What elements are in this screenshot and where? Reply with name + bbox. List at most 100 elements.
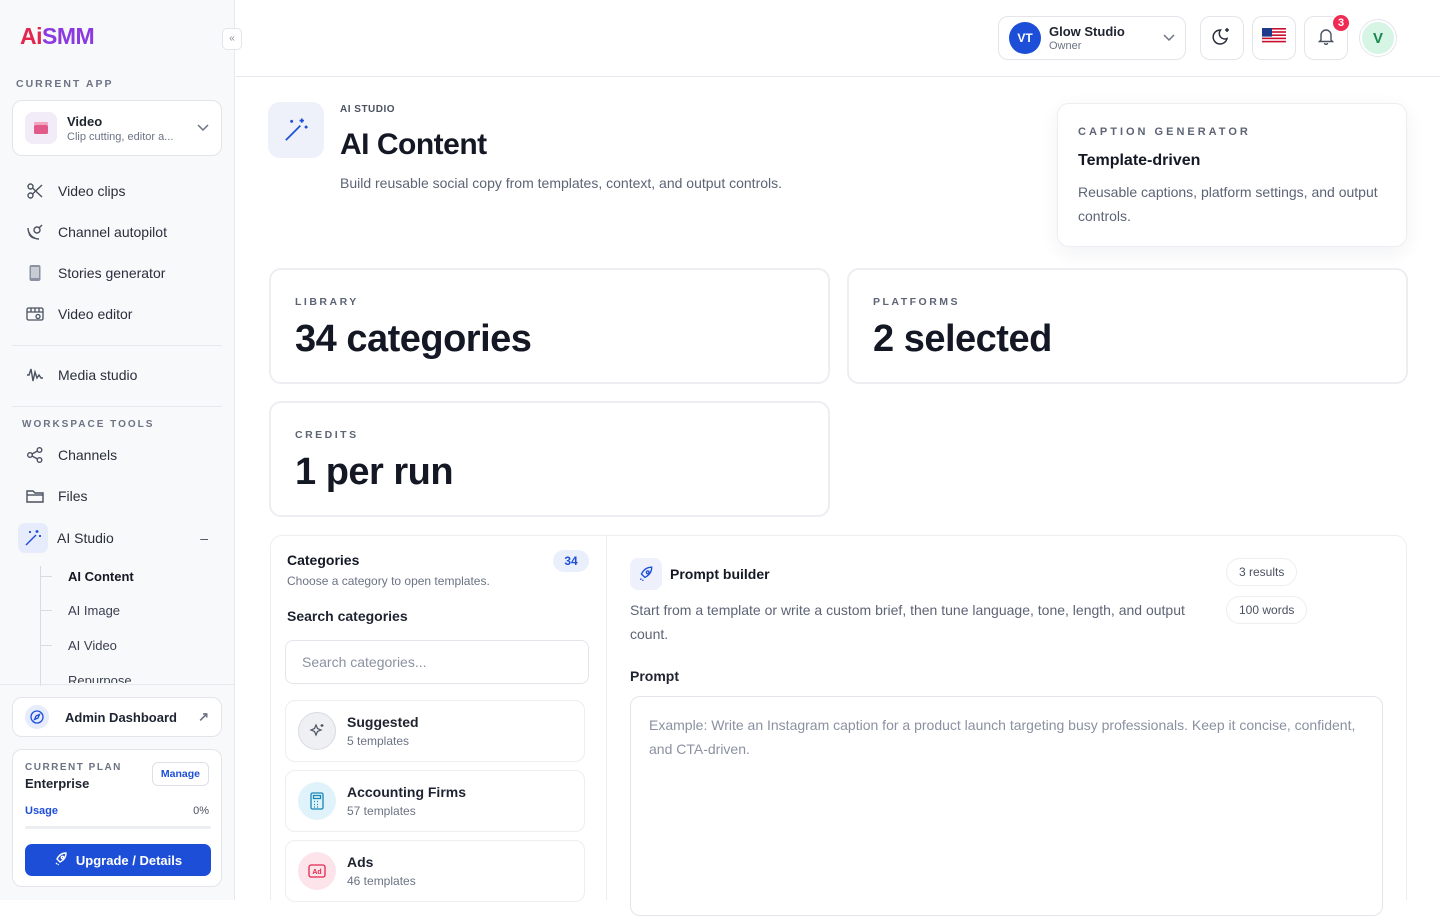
category-name: Accounting Firms [347,784,467,800]
usage-bar [25,826,211,829]
tree-line [40,566,41,686]
chevron-down-icon [197,119,209,137]
nav-files[interactable]: Files [12,478,222,514]
stat-value: 2 selected [873,318,1052,360]
admin-label: Admin Dashboard [65,709,177,725]
app-name: Video [67,113,103,129]
prompt-builder-title: Prompt builder [670,566,770,582]
usage-label: Usage [25,805,59,817]
share-nodes-icon [24,444,46,466]
nav-label: Channels [58,447,118,463]
nav-label: Stories generator [58,265,166,281]
us-flag-icon [1262,27,1286,49]
nav-label: AI Studio [57,530,114,546]
language-button[interactable] [1252,16,1296,60]
rocket-icon [630,558,662,590]
scissors-icon [24,180,46,202]
category-count: 57 templates [347,804,416,818]
stat-card-credits: CREDITS 1 per run [269,401,830,517]
app-logo[interactable]: Ai SMM [20,20,95,52]
nav-label: Video editor [58,306,133,322]
category-item-suggested[interactable]: Suggested 5 templates [285,700,585,762]
nav-ai-studio[interactable]: AI Studio – [12,520,222,556]
calculator-icon [298,782,336,820]
app-description: Clip cutting, editor a... [67,130,174,143]
waveform-icon [24,364,46,386]
workspace-avatar: VT [1009,22,1041,54]
sub-item-ai-video[interactable]: AI Video [68,638,117,653]
search-categories-input[interactable]: Search categories... [285,640,589,684]
stat-label: LIBRARY [295,296,359,308]
external-arrow-icon: ↗ [198,709,209,724]
tree-tick [40,610,52,611]
magic-wand-icon [18,523,48,553]
nav-channels[interactable]: Channels [12,437,222,473]
sidebar-divider [12,406,222,407]
sidebar: Ai SMM CURRENT APP Video Clip cutting, ed… [0,0,235,900]
stat-value: 34 categories [295,318,532,360]
admin-dashboard-link[interactable]: Admin Dashboard ↗ [12,697,222,737]
bell-icon [1317,27,1335,50]
user-avatar[interactable]: V [1360,20,1396,56]
sub-item-repurpose[interactable]: Repurpose [68,673,132,683]
clapperboard-icon [25,112,57,144]
prompt-builder-description: Start from a template or write a custom … [630,602,1185,642]
category-name: Suggested [347,714,419,730]
category-item-accounting-firms[interactable]: Accounting Firms 57 templates [285,770,585,832]
rocket-icon [54,851,68,869]
magic-wand-icon [268,102,324,158]
stat-value: 1 per run [295,451,454,493]
category-item-ads[interactable]: Ad Ads 46 templates [285,840,585,902]
sidebar-collapse-button[interactable]: « [222,28,242,50]
page-subtitle: Build reusable social copy from template… [340,175,783,191]
caption-generator-card: CAPTION GENERATOR Template-driven Reusab… [1057,103,1407,247]
collapse-toggle[interactable]: – [200,530,208,546]
compass-icon [25,705,49,729]
manage-button[interactable]: Manage [151,762,209,786]
page-title: AI Content [340,128,487,161]
nav-label: Video clips [58,183,126,199]
categories-title: Categories [287,552,360,568]
sidebar-divider [0,684,235,685]
category-count: 5 templates [347,734,410,748]
sub-item-ai-image[interactable]: AI Image [68,603,120,618]
workspace-selector[interactable]: VT Glow Studio Owner [998,16,1186,60]
search-categories-label: Search categories [287,608,408,624]
workspace-tools-label: WORKSPACE TOOLS [22,419,155,430]
app-selector[interactable]: Video Clip cutting, editor a... [12,100,222,156]
upgrade-button[interactable]: Upgrade / Details [25,844,211,876]
nav-video-clips[interactable]: Video clips [12,173,222,209]
sparkle-star-icon [298,712,336,750]
sub-item-ai-content[interactable]: AI Content [68,569,134,584]
prompt-textarea[interactable]: Example: Write an Instagram caption for … [630,696,1383,916]
caption-label: CAPTION GENERATOR [1078,126,1251,138]
phone-icon [24,262,46,284]
theme-toggle-button[interactable] [1200,16,1244,60]
category-count: 46 templates [347,874,416,888]
nav-label: Media studio [58,367,138,383]
prompt-label: Prompt [630,668,679,684]
plan-card: CURRENT PLAN Enterprise Manage Usage 0% … [12,749,222,887]
words-pill: 100 words [1226,596,1308,624]
nav-stories-generator[interactable]: Stories generator [12,255,222,291]
sidebar-divider [12,345,222,346]
upgrade-label: Upgrade / Details [75,852,183,868]
usage-value: 0% [193,805,209,817]
sub-item-clip: Repurpose [60,672,230,683]
tree-tick [40,645,52,646]
nav-media-studio[interactable]: Media studio [12,357,222,393]
svg-text:Ad: Ad [312,869,321,876]
chevron-down-icon [1163,29,1175,47]
nav-label: Files [58,488,88,504]
caption-title: Template-driven [1078,152,1201,169]
tree-tick [40,576,52,577]
satellite-icon [24,221,46,243]
nav-video-editor[interactable]: Video editor [12,296,222,332]
workspace-name: Glow Studio [1049,24,1125,39]
stat-label: CREDITS [295,429,359,441]
caption-description: Reusable captions, platform settings, an… [1078,184,1378,224]
moon-sparkle-icon [1212,26,1232,51]
nav-channel-autopilot[interactable]: Channel autopilot [12,214,222,250]
stat-card-platforms: PLATFORMS 2 selected [847,268,1408,384]
nav-label: Channel autopilot [58,224,167,240]
